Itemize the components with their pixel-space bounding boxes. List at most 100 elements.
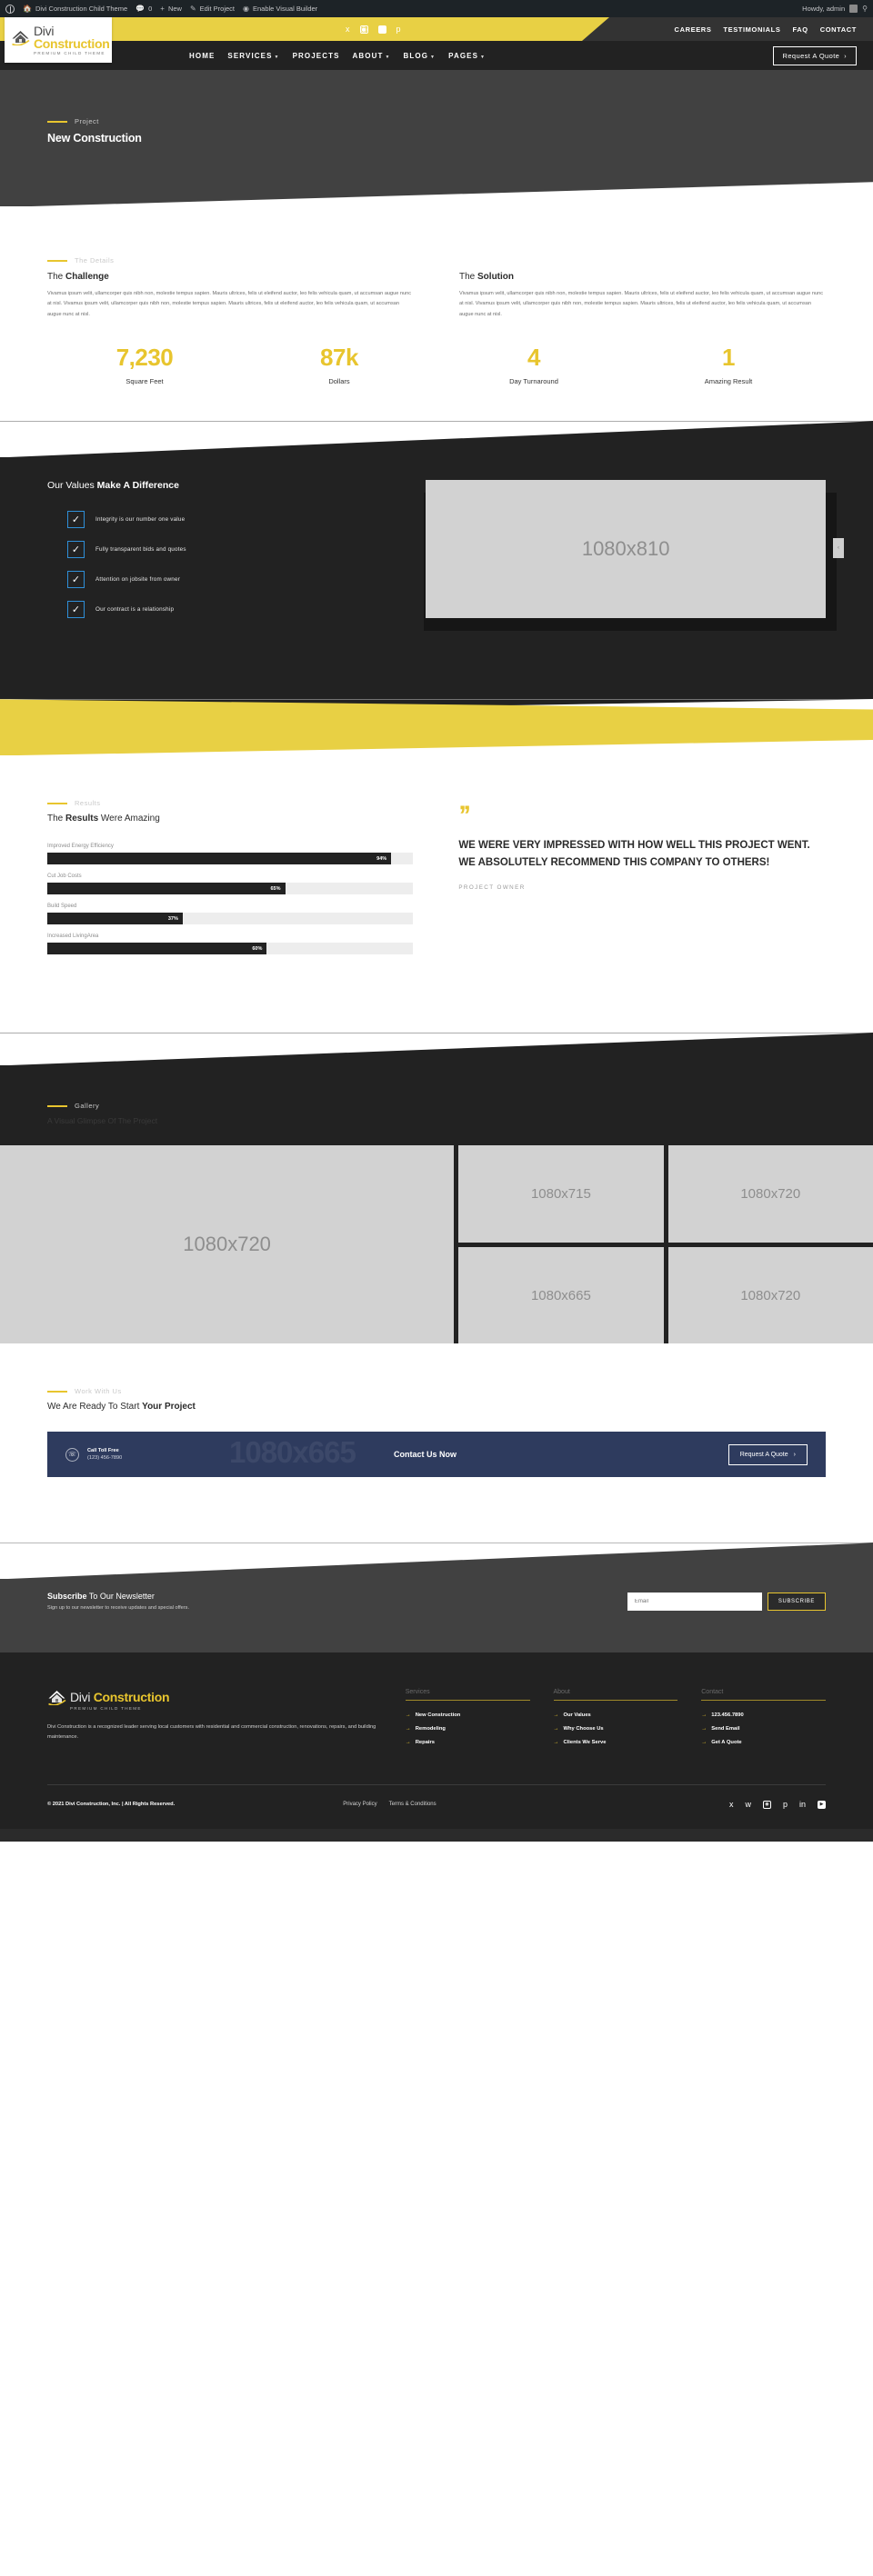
admin-site-name[interactable]: 🏠 Divi Construction Child Theme — [23, 5, 127, 13]
nav-item-home[interactable]: HOME — [189, 52, 215, 60]
details-section: The Details The Challenge Vivamus ipsum … — [0, 206, 873, 321]
cta-phone-text: Call Toll Free (123) 456-7890 — [87, 1448, 122, 1461]
slider-prev-tab[interactable]: ‹ — [833, 538, 844, 559]
footer-column-title: Contact — [701, 1689, 826, 1702]
eyebrow-dash — [47, 120, 67, 123]
secondary-nav-testimonials[interactable]: TESTIMONIALS — [723, 25, 780, 34]
challenge-body: Vivamus ipsum velit, ullamcorper quis ni… — [47, 291, 412, 317]
progress-track: 65% — [47, 883, 414, 895]
admin-visual-builder[interactable]: ◉ Enable Visual Builder — [243, 5, 317, 13]
arrow-right-icon: → — [701, 1740, 707, 1746]
pinterest-icon[interactable]: p — [783, 1800, 788, 1809]
linkedin-icon[interactable]: in — [799, 1800, 806, 1809]
youtube-icon[interactable]: ▶ — [377, 25, 386, 34]
nav-item-about[interactable]: ABOUT ▼ — [353, 52, 391, 60]
footer-link[interactable]: → New Construction — [406, 1712, 530, 1718]
facebook-icon[interactable]: x — [346, 25, 350, 34]
values-wrap: Our Values Make A Difference ✓ Integrity… — [0, 480, 873, 632]
footer-link[interactable]: → Get A Quote — [701, 1740, 826, 1745]
youtube-icon[interactable]: ▶ — [818, 1800, 826, 1809]
admin-account[interactable]: Howdy, admin ⚲ — [802, 5, 868, 13]
arrow-right-icon: → — [553, 1726, 559, 1732]
search-icon[interactable]: ⚲ — [862, 5, 868, 13]
nav-item-pages[interactable]: PAGES ▼ — [448, 52, 486, 60]
request-a-quote-button[interactable]: Request A Quote › — [772, 46, 857, 65]
divi-icon: ◉ — [243, 5, 249, 13]
testimonial-attribution: PROJECT OWNER — [458, 884, 526, 891]
gallery-image[interactable]: 1080x665 — [458, 1246, 664, 1344]
values-top-slant — [0, 421, 873, 458]
testimonial-quote: WE WERE VERY IMPRESSED WITH HOW WELL THI… — [458, 840, 810, 868]
instagram-icon[interactable]: ◉ — [762, 1800, 771, 1809]
hero-bottom-slant — [0, 182, 873, 206]
solution-body: Vivamus ipsum velit, ullamcorper quis ni… — [459, 291, 824, 317]
instagram-icon[interactable]: ◉ — [359, 25, 368, 34]
band-yellow-shape — [0, 699, 873, 756]
footer-link-label: Repairs — [415, 1740, 436, 1746]
chevron-right-icon: › — [793, 1451, 796, 1458]
cta-phone-block[interactable]: ☏ Call Toll Free (123) 456-7890 — [65, 1447, 122, 1462]
site-logo[interactable]: Divi Construction PREMIUM CHILD THEME — [5, 17, 112, 63]
footer-link-label: Send Email — [711, 1726, 740, 1732]
newsletter-email-input[interactable] — [627, 1592, 762, 1611]
plus-icon: + — [160, 5, 165, 13]
footer-legal-links: Privacy Policy Terms & Conditions — [343, 1802, 729, 1807]
nav-item-projects[interactable]: PROJECTS — [293, 52, 340, 60]
secondary-nav-contact[interactable]: CONTACT — [820, 25, 857, 34]
privacy-policy-link[interactable]: Privacy Policy — [343, 1802, 376, 1807]
admin-edit-label: Edit Project — [199, 5, 236, 13]
footer-link[interactable]: → Remodeling — [406, 1726, 530, 1732]
chevron-down-icon: ▼ — [385, 54, 391, 60]
gallery-image[interactable]: 1080x720 — [667, 1246, 873, 1344]
check-icon: ✓ — [67, 511, 85, 529]
footer-link[interactable]: → Repairs — [406, 1740, 530, 1745]
admin-site-label: Divi Construction Child Theme — [35, 5, 128, 13]
results-left: Results The Results Were Amazing Improve… — [47, 799, 414, 964]
newsletter-subscribe-button[interactable]: SUBSCRIBE — [767, 1592, 826, 1611]
cta-request-quote-button[interactable]: Request A Quote › — [728, 1443, 808, 1465]
progress-label: Improved Energy Efficiency — [47, 844, 114, 850]
gallery-image[interactable]: 1080x715 — [458, 1145, 664, 1243]
footer-link[interactable]: → Clients We Serve — [554, 1740, 678, 1745]
comment-icon: 💬 — [135, 5, 146, 13]
top-bar: x ◉ ▶ p CAREERS TESTIMONIALS FAQ CONTACT — [0, 17, 873, 41]
gallery-image[interactable]: 1080x720 — [667, 1145, 873, 1243]
nav-item-blog[interactable]: BLOG ▼ — [404, 52, 436, 60]
gallery-row-top: 1080x715 1080x720 — [458, 1145, 873, 1243]
nav-label: HOME — [189, 51, 216, 60]
value-label: Attention on jobsite from owner — [95, 576, 181, 584]
gallery-image-large[interactable]: 1080x720 — [0, 1145, 455, 1344]
progress-value: 94% — [376, 855, 387, 862]
facebook-icon[interactable]: x — [729, 1800, 734, 1809]
progress-track: 37% — [47, 913, 414, 925]
newsletter-heading-plain: To Our Newsletter — [86, 1592, 155, 1602]
chevron-down-icon: ▼ — [480, 54, 487, 60]
admin-comments[interactable]: 💬 0 — [135, 5, 152, 13]
footer-end-bar — [0, 1829, 873, 1842]
secondary-nav-faq[interactable]: FAQ — [792, 25, 808, 34]
pencil-icon: ✎ — [189, 5, 196, 13]
footer-link[interactable]: → Our Values — [554, 1712, 678, 1718]
results-eyebrow: Results — [47, 799, 413, 807]
footer-link[interactable]: → 123.456.7890 — [701, 1712, 826, 1718]
progress-label: Cut Job Costs — [47, 874, 82, 880]
wp-logo-item[interactable] — [5, 4, 15, 14]
pinterest-icon[interactable]: p — [396, 25, 401, 34]
footer-logo-row[interactable]: Divi Construction — [47, 1689, 406, 1706]
terms-conditions-link[interactable]: Terms & Conditions — [389, 1802, 436, 1807]
stat-number: 87k — [320, 344, 358, 372]
newsletter-section: Subscribe To Our Newsletter Sign up to o… — [0, 1543, 873, 1653]
secondary-nav: CAREERS TESTIMONIALS FAQ CONTACT — [675, 17, 857, 41]
avatar — [849, 5, 858, 13]
admin-new[interactable]: + New — [160, 5, 182, 13]
footer-link[interactable]: → Send Email — [701, 1726, 826, 1732]
twitter-icon[interactable]: w — [745, 1800, 751, 1809]
secondary-nav-careers[interactable]: CAREERS — [675, 25, 712, 34]
values-heading-plain: Our Values — [47, 480, 97, 492]
progress-track: 94% — [47, 853, 414, 865]
footer-social-list: x w ◉ p in ▶ — [729, 1800, 826, 1809]
admin-edit-project[interactable]: ✎ Edit Project — [190, 5, 235, 13]
nav-item-services[interactable]: SERVICES ▼ — [227, 52, 279, 60]
footer-link[interactable]: → Why Choose Us — [554, 1726, 678, 1732]
progress-label: Increased LivingArea — [47, 934, 99, 940]
